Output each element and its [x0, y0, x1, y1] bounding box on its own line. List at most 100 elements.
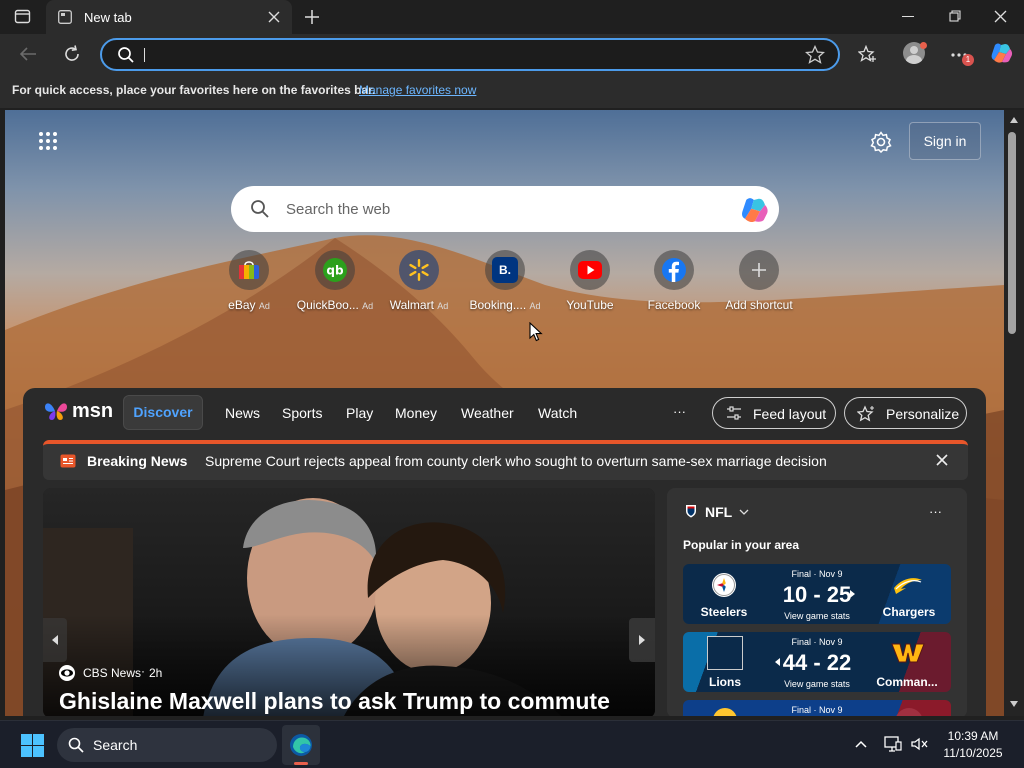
new-tab-button[interactable] — [304, 9, 320, 25]
windows-taskbar: Search 10:39 AM 11/10/2025 — [0, 720, 1024, 768]
refresh-icon[interactable] — [62, 44, 82, 64]
booking-icon: B. — [485, 250, 525, 290]
away-team: Comman... — [876, 675, 938, 689]
scroll-thumb[interactable] — [1008, 132, 1016, 334]
news-icon — [60, 454, 76, 468]
tab-money[interactable]: Money — [395, 405, 437, 421]
restore-button[interactable] — [949, 10, 961, 22]
shortcut-label: eBay — [228, 298, 256, 312]
minimize-button[interactable] — [902, 16, 914, 17]
sliders-icon — [726, 406, 742, 420]
game-card[interactable]: Steelers Final · Nov 9 10 - 25 View game… — [683, 564, 951, 624]
msn-feed: msn Discover News Sports Play Money Weat… — [23, 388, 986, 716]
shortcut-quickbooks[interactable]: qb QuickBoo... Ad — [290, 250, 380, 312]
tab-actions-icon[interactable] — [14, 9, 32, 25]
nfl-shield-icon — [685, 504, 697, 518]
lions-logo-icon — [707, 636, 743, 670]
sign-in-button[interactable]: Sign in — [909, 122, 981, 160]
commanders-logo-icon — [891, 640, 925, 666]
shortcut-label: Walmart — [389, 298, 434, 312]
facebook-icon — [654, 250, 694, 290]
add-shortcut[interactable]: Add shortcut — [714, 250, 804, 312]
favorites-bar-hint: For quick access, place your favorites h… — [12, 83, 376, 97]
active-app-indicator — [294, 762, 308, 765]
game-card[interactable]: Lions Final · Nov 9 44 - 22 View game st… — [683, 632, 951, 692]
copilot-search-icon[interactable] — [740, 196, 770, 224]
windows-start-icon[interactable] — [21, 734, 44, 757]
shortcut-ebay[interactable]: eBay Ad — [204, 250, 294, 312]
view-game-stats-link[interactable]: View game stats — [767, 679, 867, 689]
hero-age: 2h — [149, 666, 163, 680]
breaking-news-label: Breaking News — [87, 453, 188, 469]
team-logo-icon — [895, 708, 923, 716]
new-tab-favicon — [58, 10, 72, 24]
carousel-prev-icon[interactable] — [43, 618, 67, 662]
address-bar[interactable] — [100, 38, 840, 71]
tab-watch[interactable]: Watch — [538, 405, 577, 421]
hero-source: CBS News — [83, 666, 142, 680]
favorites-star-icon[interactable] — [858, 45, 878, 63]
shortcut-walmart[interactable]: Walmart Ad — [374, 250, 464, 312]
window-close-button[interactable] — [994, 10, 1007, 23]
network-icon[interactable] — [884, 736, 902, 752]
game-card[interactable]: Final · Nov 9 — [683, 700, 951, 716]
add-shortcut-plus-icon — [739, 250, 779, 290]
edge-taskbar-button[interactable] — [282, 725, 320, 765]
feed-layout-button[interactable]: Feed layout — [712, 397, 836, 429]
tab-sports[interactable]: Sports — [282, 405, 322, 421]
game-status: Final · Nov 9 — [791, 637, 843, 647]
tab-title: New tab — [84, 10, 132, 25]
hero-headline[interactable]: Ghislaine Maxwell plans to ask Trump to … — [59, 688, 610, 715]
shortcut-booking[interactable]: B. Booking.... Ad — [460, 250, 550, 312]
nfl-more-button[interactable]: ··· — [929, 504, 942, 519]
page-scrollbar[interactable] — [1004, 110, 1024, 716]
personalize-label: Personalize — [886, 406, 960, 422]
game-score: 44 - 22 — [782, 650, 852, 675]
home-team: Steelers — [700, 605, 748, 619]
tab-news[interactable]: News — [225, 405, 260, 421]
team-logo-icon — [713, 708, 737, 716]
walmart-icon — [399, 250, 439, 290]
tab-new-tab[interactable]: New tab — [46, 0, 292, 34]
taskbar-time[interactable]: 10:39 AM — [940, 729, 1006, 743]
back-arrow-icon[interactable] — [19, 46, 37, 62]
carousel-next-icon[interactable] — [629, 618, 655, 662]
notification-badge: 1 — [962, 54, 974, 66]
show-hidden-icons-chevron-icon[interactable] — [855, 740, 867, 748]
view-game-stats-link[interactable]: View game stats — [767, 611, 867, 621]
chevron-down-icon[interactable] — [739, 508, 749, 516]
copilot-icon[interactable] — [990, 42, 1014, 64]
web-search-box[interactable]: Search the web — [231, 186, 779, 232]
manage-favorites-link[interactable]: Manage favorites now — [359, 83, 476, 97]
chargers-logo-icon — [892, 574, 924, 596]
favorites-bar: For quick access, place your favorites h… — [0, 74, 1024, 108]
taskbar-date[interactable]: 11/10/2025 — [940, 746, 1006, 760]
mouse-cursor-icon — [529, 322, 543, 342]
dismiss-breaking-icon[interactable] — [936, 454, 948, 466]
volume-muted-icon[interactable] — [911, 736, 929, 752]
shortcut-youtube[interactable]: YouTube — [545, 250, 635, 312]
away-team: Chargers — [882, 605, 936, 619]
close-tab-icon[interactable] — [268, 11, 280, 23]
apps-launcher-icon[interactable] — [38, 131, 58, 151]
taskbar-search-box[interactable]: Search — [57, 728, 277, 762]
svg-text:qb: qb — [326, 264, 344, 278]
tab-weather[interactable]: Weather — [461, 405, 514, 421]
page-settings-gear-icon[interactable] — [870, 131, 892, 153]
breaking-news-banner[interactable]: Breaking News Supreme Court rejects appe… — [43, 440, 968, 480]
scroll-up-icon[interactable] — [1009, 116, 1019, 124]
hero-dot: · — [141, 664, 145, 678]
tab-discover[interactable]: Discover — [123, 395, 203, 430]
shortcut-facebook[interactable]: Facebook — [629, 250, 719, 312]
ad-badge: Ad — [362, 301, 374, 311]
nfl-title[interactable]: NFL — [705, 504, 732, 520]
more-nav-button[interactable]: ··· — [673, 404, 686, 419]
tab-play[interactable]: Play — [346, 405, 373, 421]
add-favorite-star-icon[interactable] — [805, 45, 825, 64]
ad-badge: Ad — [437, 301, 449, 311]
breaking-news-headline[interactable]: Supreme Court rejects appeal from county… — [205, 453, 827, 469]
scroll-down-icon[interactable] — [1009, 700, 1019, 708]
hero-story-card[interactable]: CBS News · 2h Ghislaine Maxwell plans to… — [43, 488, 655, 716]
home-team: Lions — [709, 675, 741, 689]
personalize-button[interactable]: Personalize — [844, 397, 967, 429]
